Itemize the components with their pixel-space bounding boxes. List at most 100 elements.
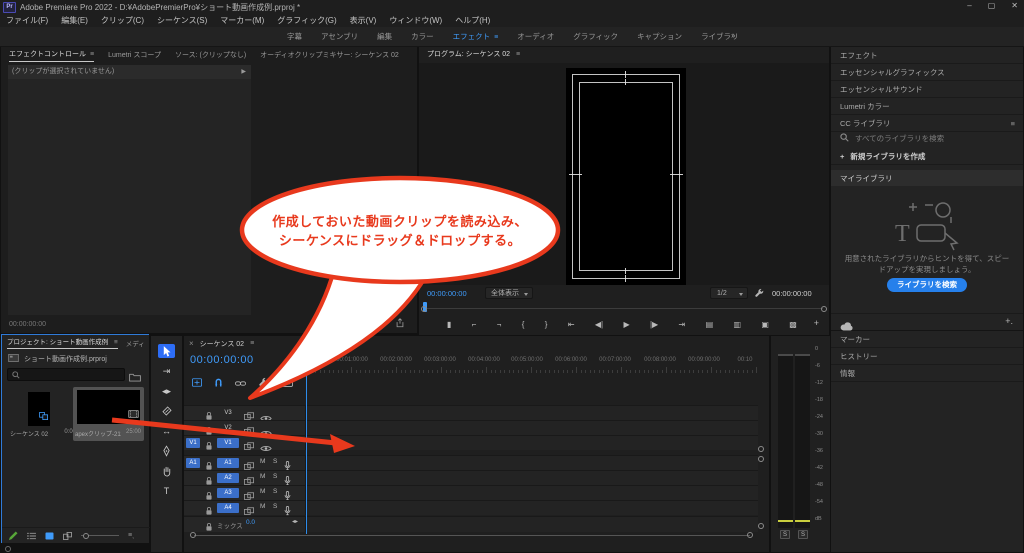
source-patch[interactable] [186,503,200,513]
solo-right-button[interactable]: S [798,530,808,539]
go-to-out-button[interactable]: } [545,320,548,329]
list-view-icon[interactable] [27,532,36,540]
freeform-view-icon[interactable] [63,531,72,540]
go-to-in-button[interactable]: { [522,320,525,329]
sort-icon[interactable]: ≡˯ [128,532,134,539]
track-target-button[interactable]: A1 [217,458,239,468]
sidebar-panel-header[interactable]: エフェクト [831,47,1023,64]
mute-button[interactable]: M [260,458,265,465]
search-libraries-button[interactable]: ライブラリを検索 [887,278,967,292]
track-lane[interactable] [305,486,758,500]
mark-in-button[interactable]: ⌐ [472,320,477,329]
new-item-plus-icon[interactable]: +. [1005,316,1013,326]
source-patch[interactable] [186,423,200,433]
timeline-timecode[interactable]: 00:00:00:00 [190,354,254,366]
panel-tab[interactable]: Lumetri スコープ [108,50,161,60]
workspace-tab[interactable]: 編集 [377,31,392,42]
track-row-V2[interactable]: V2 [184,420,758,436]
scrubber-left-handle[interactable] [421,305,427,312]
scrubber-right-handle[interactable] [821,305,827,312]
writable-pencil-icon[interactable] [8,530,18,541]
track-lane[interactable] [305,456,758,470]
captions-icon[interactable]: CC [280,374,293,392]
source-patch[interactable]: A1 [186,458,200,468]
sidebar-panel-header[interactable]: エッセンシャルサウンド [831,81,1023,98]
track-row-V1[interactable]: V1 V1 [184,435,758,451]
sidebar-panel-header[interactable]: ヒストリー [831,348,1023,365]
workspace-tab[interactable]: エフェクト ≡ [453,31,499,42]
video-scroll-handle[interactable] [758,446,764,452]
type-tool[interactable]: T [158,484,175,498]
track-target-button[interactable]: V2 [217,423,239,433]
ripple-edit-tool[interactable]: ◂▸ [158,384,175,398]
menu-item[interactable]: ウィンドウ(W) [389,15,442,26]
clip-thumbnail[interactable] [77,390,140,424]
expand-arrow-icon[interactable]: ▶ [241,65,246,79]
workspace-menu-icon[interactable]: ≡ [494,34,498,41]
source-patch[interactable] [186,519,200,529]
track-select-forward-tool[interactable]: ⇥ [158,364,175,378]
panel-menu-icon[interactable]: ≡ [114,339,118,346]
sidebar-panel-header[interactable]: マーカー [831,331,1023,348]
create-library-button[interactable]: + 新規ライブラリを作成 [831,148,1023,165]
track-row-A2[interactable]: A2 M S [184,470,758,485]
thumbnail-zoom-slider[interactable] [81,532,119,539]
sync-lock-icon[interactable] [244,438,254,456]
timeline-settings-wrench-icon[interactable] [258,374,268,392]
audio-scroll-handle[interactable] [758,456,764,462]
mix-value[interactable]: 0.0 [246,519,255,526]
menu-item[interactable]: 表示(V) [350,15,377,26]
timeline-ruler[interactable]: :00:00 00:01:00:00 00:02:00:00 00:03:00:00 0… [306,356,758,373]
lock-icon[interactable] [205,438,213,456]
sidebar-panel-header[interactable]: エッセンシャルグラフィックス [831,64,1023,81]
step-back-button[interactable]: ◀| [595,320,603,329]
solo-left-button[interactable]: S [780,530,790,539]
mute-button[interactable]: M [260,488,265,495]
menu-item[interactable]: マーカー(M) [220,15,264,26]
source-patch[interactable]: V1 [186,438,200,448]
jump-to-out-button[interactable]: ⇥ [679,320,686,329]
play-button[interactable]: ▶ [623,320,629,329]
panel-menu-icon[interactable]: ≡ [90,51,94,58]
track-scroll-handle[interactable] [758,523,764,529]
add-marker-button[interactable]: ▮ [447,320,451,329]
menu-item[interactable]: ファイル(F) [6,15,48,26]
icon-view-icon[interactable] [45,531,54,540]
program-scrubber[interactable] [419,302,829,314]
workspace-tab[interactable]: 字幕 [287,31,302,42]
close-sequence-icon[interactable]: × [189,339,194,348]
insert-as-nest-icon[interactable] [192,374,202,392]
jump-to-in-button[interactable]: ⇤ [568,320,575,329]
comparison-view-button[interactable]: ▩ [789,320,797,329]
workspace-tab[interactable]: キャプション [637,31,682,42]
tab-media-browser[interactable]: メディ [126,338,145,348]
mute-button[interactable]: M [260,473,265,480]
workspace-tab[interactable]: アセンブリ [321,31,358,42]
project-search-input[interactable] [7,368,125,381]
source-patch[interactable] [186,488,200,498]
track-target-button[interactable]: A4 [217,503,239,513]
tab-project[interactable]: プロジェクト: ショート動画作成例 ≡ [7,336,118,349]
search-bin-icon[interactable] [129,369,141,387]
menu-item[interactable]: ヘルプ(H) [455,15,490,26]
mute-button[interactable]: M [260,503,265,510]
track-target-button[interactable]: A2 [217,473,239,483]
track-row-A3[interactable]: A3 M S [184,485,758,500]
workspace-tab[interactable]: カラー [411,31,434,42]
maximize-button[interactable]: ▢ [988,1,996,10]
menu-item[interactable]: シーケンス(S) [157,15,207,26]
solo-button[interactable]: S [273,458,277,465]
button-editor-plus[interactable]: + [814,318,819,328]
snap-magnet-icon[interactable] [214,374,223,392]
track-lane[interactable] [305,406,758,420]
lift-button[interactable]: ▤ [706,320,714,329]
track-lane[interactable] [305,471,758,485]
extract-button[interactable]: ▥ [733,320,741,329]
solo-button[interactable]: S [273,488,277,495]
source-patch[interactable] [186,473,200,483]
razor-tool[interactable] [158,404,175,418]
track-target-button[interactable]: A3 [217,488,239,498]
zoom-handle-right[interactable] [747,532,753,538]
playback-resolution-select[interactable]: 1/2 [710,287,748,299]
slider-knob[interactable] [83,532,89,539]
